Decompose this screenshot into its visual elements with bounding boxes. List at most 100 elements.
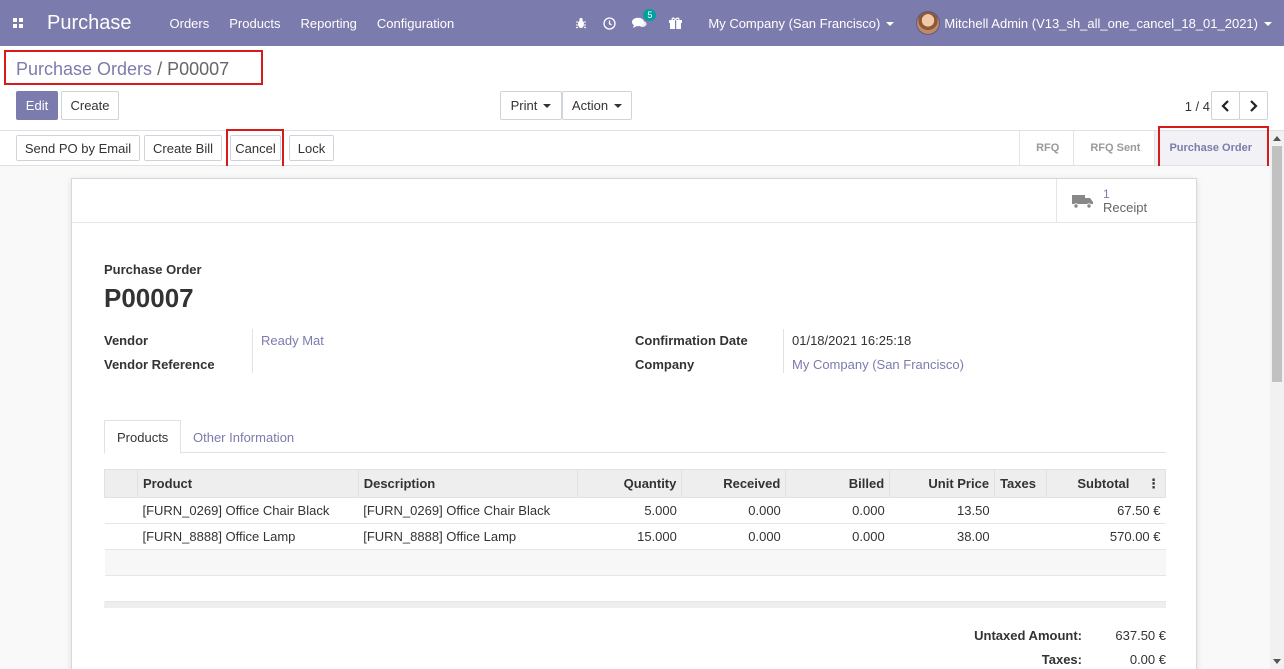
receipt-count: 1 — [1103, 186, 1110, 201]
create-bill-button[interactable]: Create Bill — [144, 135, 222, 161]
column-header-unit-price[interactable]: Unit Price — [889, 469, 996, 498]
table-row[interactable]: [FURN_8888] Office Lamp [FURN_8888] Offi… — [104, 523, 1166, 550]
lock-button[interactable]: Lock — [289, 135, 334, 161]
company-label: Company — [635, 357, 695, 372]
table-footer — [104, 602, 1166, 608]
form-sheet: 1 Receipt Purchase Order P00007 Vendor R… — [71, 178, 1197, 669]
status-bar: Send PO by Email Create Bill Cancel Lock… — [0, 131, 1284, 166]
stage-purchase-order[interactable]: Purchase Order — [1154, 131, 1268, 165]
print-label: Print — [510, 98, 538, 113]
cancel-button[interactable]: Cancel — [230, 135, 281, 161]
untaxed-amount-value: 637.50 € — [1115, 628, 1166, 643]
user-menu[interactable]: Mitchell Admin (V13_sh_all_one_cancel_18… — [944, 16, 1272, 31]
app-name[interactable]: Purchase — [47, 12, 132, 35]
vendor-field[interactable]: Ready Mat — [261, 333, 324, 348]
chat-icon[interactable]: 5 — [632, 9, 657, 29]
column-header-received[interactable]: Received — [681, 469, 787, 498]
page-scrollbar[interactable] — [1270, 131, 1284, 669]
tab-other-information[interactable]: Other Information — [181, 420, 306, 454]
subtotal-header-label: Subtotal — [1077, 475, 1130, 491]
pager-next-button[interactable] — [1239, 91, 1268, 120]
cell-billed[interactable]: 0.000 — [785, 497, 890, 524]
scroll-up-arrow[interactable] — [1273, 136, 1281, 141]
cell-taxes[interactable] — [994, 523, 1047, 550]
breadcrumb-parent[interactable]: Purchase Orders — [16, 59, 152, 79]
column-options-icon[interactable]: ⋮ — [1147, 476, 1160, 491]
chevron-left-icon — [1221, 99, 1229, 112]
cell-taxes[interactable] — [994, 497, 1047, 524]
clock-icon[interactable] — [603, 16, 617, 30]
tab-products[interactable]: Products — [104, 420, 182, 454]
cell-billed[interactable]: 0.000 — [785, 523, 890, 550]
order-lines-table: Product Description Quantity Received Bi… — [104, 469, 1166, 602]
company-field[interactable]: My Company (San Francisco) — [792, 357, 964, 372]
menu-products[interactable]: Products — [229, 16, 280, 31]
field-separator — [252, 329, 253, 373]
scroll-thumb[interactable] — [1272, 146, 1282, 382]
column-header-billed[interactable]: Billed — [785, 469, 891, 498]
column-header-subtotal[interactable]: Subtotal ⋮ — [1046, 469, 1166, 498]
breadcrumb: Purchase Orders / P00007 — [16, 59, 229, 80]
cell-unit-price[interactable]: 13.50 — [889, 497, 995, 524]
vendor-label: Vendor — [104, 333, 149, 348]
breadcrumb-current: P00007 — [167, 59, 230, 79]
column-header-quantity[interactable]: Quantity — [577, 469, 683, 498]
stage-rfq[interactable]: RFQ — [1019, 131, 1073, 165]
gift-icon[interactable] — [669, 17, 683, 30]
breadcrumb-separator: / — [152, 59, 168, 79]
caret-down-icon — [614, 103, 623, 108]
chat-badge: 5 — [643, 9, 657, 21]
cell-product[interactable]: [FURN_8888] Office Lamp — [137, 523, 359, 550]
empty-row — [104, 549, 1166, 576]
scroll-down-arrow[interactable] — [1273, 659, 1281, 664]
vendor-reference-label: Vendor Reference — [104, 357, 215, 372]
order-name: P00007 — [104, 283, 194, 313]
column-header-description[interactable]: Description — [357, 469, 579, 498]
pager-value[interactable]: 1 / 4 — [1185, 99, 1210, 114]
apps-menu-icon[interactable] — [0, 0, 36, 46]
menu-reporting[interactable]: Reporting — [301, 16, 357, 31]
row-handle — [104, 497, 138, 524]
cell-received[interactable]: 0.000 — [681, 523, 786, 550]
cell-unit-price[interactable]: 38.00 — [889, 523, 995, 550]
taxes-label: Taxes: — [1041, 652, 1082, 667]
edit-button[interactable]: Edit — [16, 91, 58, 120]
document-type-label: Purchase Order — [104, 262, 202, 277]
menu-configuration[interactable]: Configuration — [377, 16, 454, 31]
control-panel: Purchase Orders / P00007 Edit Create Pri… — [0, 46, 1284, 131]
row-handle — [104, 523, 138, 550]
caret-down-icon — [543, 103, 552, 108]
menu-orders[interactable]: Orders — [170, 16, 210, 31]
field-separator — [783, 329, 784, 373]
cell-subtotal: 67.50 € — [1046, 497, 1166, 524]
receipt-smart-button[interactable]: 1 Receipt — [1056, 179, 1196, 223]
cell-received[interactable]: 0.000 — [681, 497, 786, 524]
confirmation-date-field[interactable]: 01/18/2021 16:25:18 — [792, 333, 911, 348]
print-dropdown[interactable]: Print — [500, 91, 562, 120]
truck-icon — [1072, 195, 1093, 209]
column-header-taxes[interactable]: Taxes — [994, 469, 1048, 498]
pager-previous-button[interactable] — [1211, 91, 1240, 120]
cell-description[interactable]: [FURN_8888] Office Lamp — [358, 523, 578, 550]
chevron-down-icon — [886, 22, 895, 27]
table-row[interactable]: [FURN_0269] Office Chair Black [FURN_026… — [104, 497, 1166, 524]
send-po-email-button[interactable]: Send PO by Email — [16, 135, 140, 161]
receipt-label: Receipt — [1103, 199, 1148, 215]
cell-description[interactable]: [FURN_0269] Office Chair Black — [358, 497, 578, 524]
action-dropdown[interactable]: Action — [562, 91, 632, 120]
chevron-right-icon — [1250, 99, 1258, 112]
bug-icon[interactable] — [575, 17, 587, 29]
create-button[interactable]: Create — [61, 91, 119, 120]
cell-quantity[interactable]: 5.000 — [577, 497, 682, 524]
empty-row — [104, 575, 1166, 602]
untaxed-amount-label: Untaxed Amount: — [974, 628, 1082, 643]
cell-subtotal: 570.00 € — [1046, 523, 1166, 550]
company-switcher[interactable]: My Company (San Francisco) — [708, 15, 895, 31]
cell-quantity[interactable]: 15.000 — [577, 523, 682, 550]
company-name: My Company (San Francisco) — [708, 15, 881, 31]
stage-rfq-sent[interactable]: RFQ Sent — [1073, 131, 1154, 165]
notebook-tabs: Products Other Information — [104, 420, 1166, 454]
avatar[interactable] — [916, 11, 941, 35]
cell-product[interactable]: [FURN_0269] Office Chair Black — [137, 497, 359, 524]
column-header-product[interactable]: Product — [136, 469, 359, 498]
